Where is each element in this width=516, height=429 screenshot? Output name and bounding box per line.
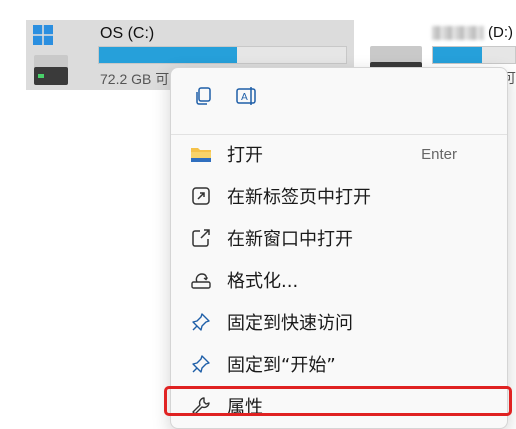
drive-usage-bar — [98, 46, 347, 64]
pin-icon — [189, 352, 213, 376]
copy-icon — [196, 87, 211, 105]
quick-actions-bar: A — [191, 84, 259, 108]
folder-icon — [189, 142, 213, 166]
format-drive-icon — [189, 268, 213, 292]
drive-free-space: 72.2 GB 可 — [100, 71, 170, 87]
pin-icon — [189, 310, 213, 334]
menu-item-open[interactable]: 打开 Enter — [171, 134, 507, 174]
menu-item-pin-quick-access[interactable]: 固定到快速访问 — [171, 302, 507, 342]
menu-item-open-new-window[interactable]: 在新窗口中打开 — [171, 218, 507, 258]
redacted-label — [432, 26, 484, 41]
drive-usage-bar — [432, 46, 516, 64]
hard-drive-icon — [34, 55, 68, 85]
menu-item-pin-start[interactable]: 固定到“开始” — [171, 344, 507, 384]
open-new-window-icon — [189, 226, 213, 250]
svg-text:A: A — [241, 92, 248, 103]
menu-item-open-new-tab[interactable]: 在新标签页中打开 — [171, 176, 507, 216]
rename-button[interactable]: A — [235, 84, 259, 108]
copy-button[interactable] — [191, 84, 215, 108]
windows-logo-icon — [33, 25, 53, 45]
open-new-tab-icon — [189, 184, 213, 208]
drive-name: (D:) — [432, 24, 513, 41]
context-menu: A 打开 Enter 在新标签页中打开 在新窗口中打开 格式化... 固定到快速… — [170, 67, 508, 429]
drive-name: OS (C:) — [100, 25, 155, 42]
menu-item-shortcut: Enter — [421, 145, 457, 163]
menu-item-format[interactable]: 格式化... — [171, 260, 507, 300]
properties-highlight-box — [164, 386, 512, 416]
rename-icon: A — [236, 87, 256, 105]
